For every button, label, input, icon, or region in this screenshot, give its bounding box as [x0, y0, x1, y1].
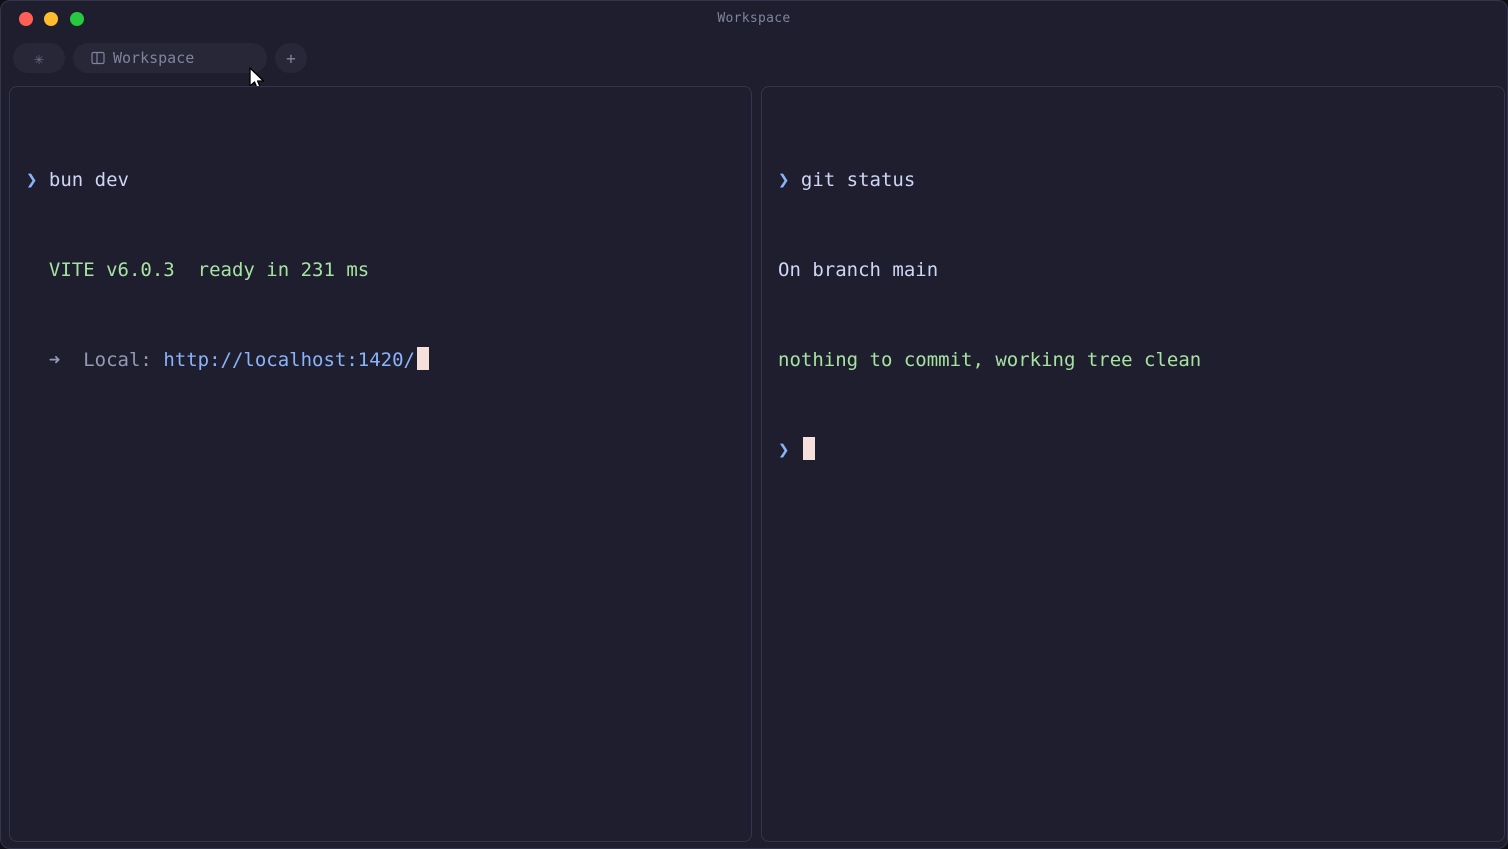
local-url-line: ➜ Local: http://localhost:1420/: [26, 345, 751, 375]
vite-ready-line: VITE v6.0.3 ready in 231 ms: [26, 255, 751, 285]
ready-time: ready in 231 ms: [197, 259, 370, 281]
tab-workspace-label: Workspace: [113, 49, 195, 67]
command-text: git status: [800, 169, 916, 191]
tab-workspace[interactable]: Workspace: [73, 43, 267, 73]
terminal-pane-left[interactable]: ❯ bun dev VITE v6.0.3 ready in 231 ms ➜ …: [9, 86, 752, 842]
terminal-window: Workspace ✳ Workspace + ❯ bun dev VITE v…: [0, 0, 1508, 849]
terminal-pane-right[interactable]: ❯ git status On branch main nothing to c…: [761, 86, 1505, 842]
branch-line: On branch main: [778, 259, 939, 281]
command-line: ❯ bun dev: [26, 165, 751, 195]
split-panes-icon: [91, 51, 105, 65]
title-bar[interactable]: Workspace: [1, 1, 1507, 37]
local-label: Local:: [83, 349, 152, 371]
window-title: Workspace: [717, 11, 791, 26]
prompt-icon: ❯: [778, 169, 790, 191]
local-url-link[interactable]: http://localhost:1420/: [163, 349, 415, 371]
command-text: bun dev: [48, 169, 129, 191]
plus-icon: +: [286, 48, 296, 68]
terminal-cursor: [417, 347, 429, 370]
prompt-line: ❯: [778, 435, 1504, 465]
new-tab-button[interactable]: +: [275, 43, 307, 73]
prompt-icon: ❯: [26, 169, 38, 191]
vite-version: VITE v6.0.3: [48, 259, 175, 281]
command-line: ❯ git status: [778, 165, 1504, 195]
git-status-line: nothing to commit, working tree clean: [778, 349, 1202, 371]
terminal-cursor: [802, 437, 815, 460]
asterisk-icon: ✳: [34, 48, 44, 68]
prompt-icon: ❯: [778, 439, 790, 461]
tab-star[interactable]: ✳: [13, 43, 65, 73]
arrow-right-icon: ➜: [48, 349, 61, 371]
